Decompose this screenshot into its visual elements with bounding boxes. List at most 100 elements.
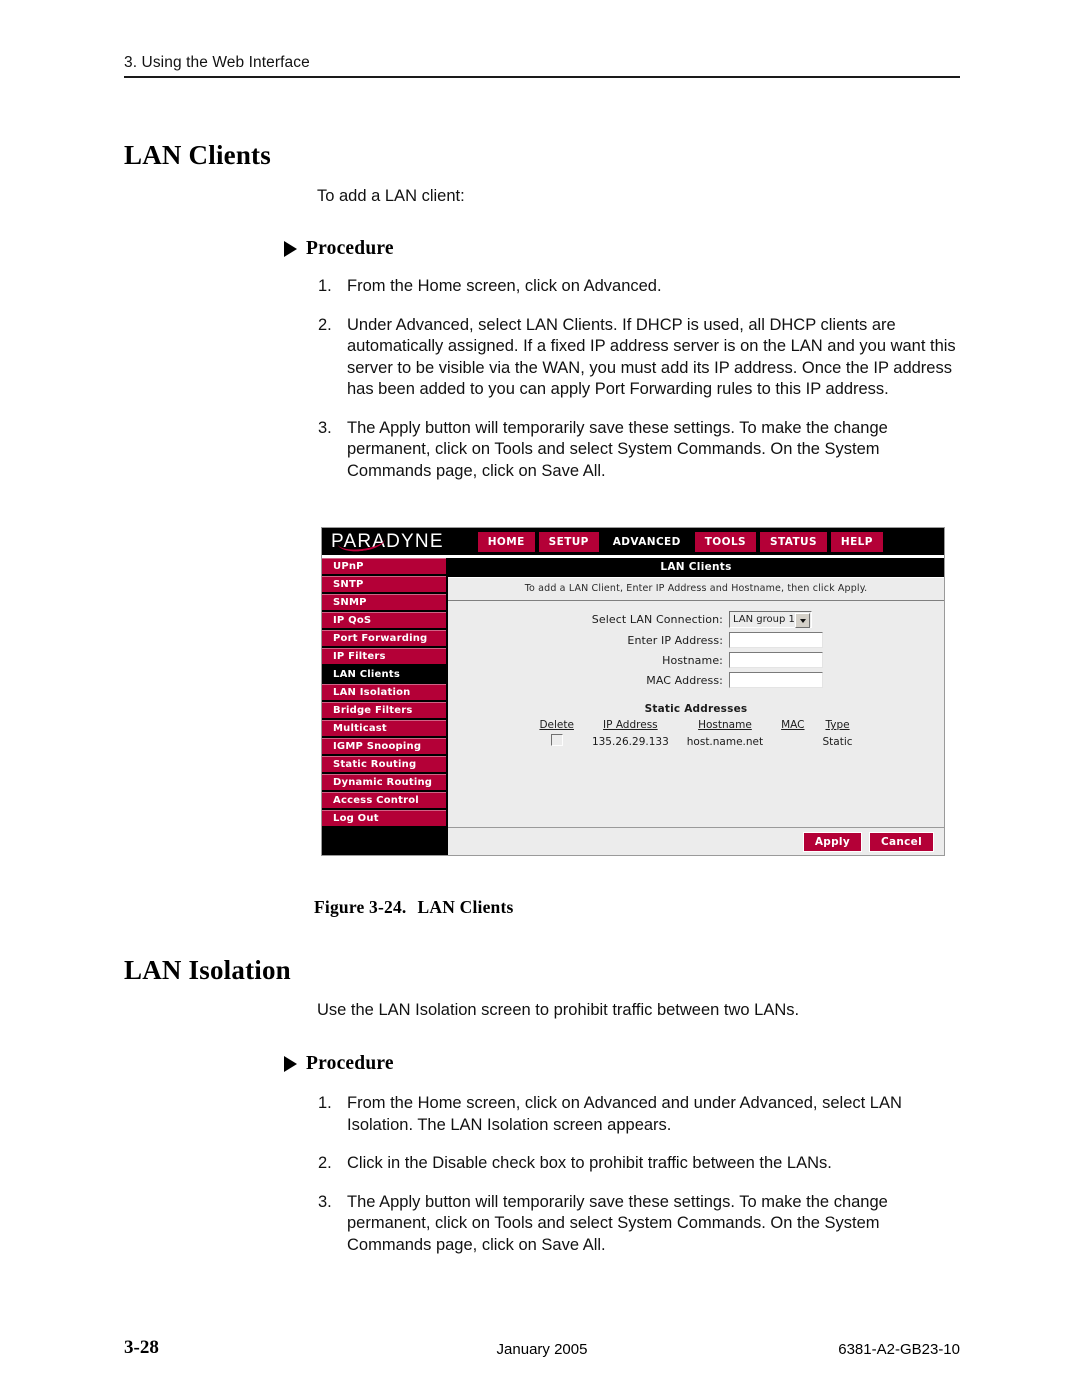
label-select-lan-connection: Select LAN Connection:: [591, 613, 723, 626]
static-addresses-section: Static Addresses Delete IP Address Hostn…: [448, 696, 944, 749]
nav-tab-status[interactable]: STATUS: [760, 531, 827, 552]
column-header-mac[interactable]: MAC: [772, 719, 813, 733]
nav-tab-advanced[interactable]: ADVANCED: [602, 531, 691, 552]
list-item: 3. The Apply button will temporarily sav…: [318, 1192, 966, 1257]
static-addresses-title: Static Addresses: [644, 703, 748, 715]
cell-hostname: host.name.net: [686, 735, 764, 748]
delete-checkbox[interactable]: [550, 734, 563, 746]
step-number: 3.: [318, 1192, 332, 1211]
cancel-button[interactable]: Cancel: [868, 832, 934, 852]
sidebar-item-lan-clients[interactable]: LAN Clients: [322, 666, 446, 682]
step-number: 2.: [318, 1154, 332, 1172]
triangle-right-icon: [284, 1056, 297, 1072]
lan-client-form: Select LAN Connection: LAN group 1 Enter…: [448, 601, 944, 696]
panel-title: LAN Clients: [448, 558, 944, 577]
cell-mac: [772, 733, 813, 749]
column-header-delete[interactable]: Delete: [530, 719, 583, 733]
hostname-input[interactable]: [729, 652, 823, 668]
sidebar-item-igmp-snooping[interactable]: IGMP Snooping: [322, 738, 446, 754]
sidebar-item-port-forwarding[interactable]: Port Forwarding: [322, 630, 446, 646]
sidebar-item-log-out[interactable]: Log Out: [322, 810, 446, 826]
sidebar-item-ip-qos[interactable]: IP QoS: [322, 612, 446, 628]
sidebar-item-ip-filters[interactable]: IP Filters: [322, 648, 446, 664]
logo-swoosh-icon: [337, 537, 387, 554]
mac-address-input[interactable]: [729, 672, 823, 688]
panel-button-bar: Apply Cancel: [448, 829, 944, 855]
step-number: 1.: [318, 277, 332, 295]
sidebar-item-upnp[interactable]: UPnP: [322, 558, 446, 574]
nav-tab-setup[interactable]: SETUP: [538, 531, 599, 552]
list-item: 1. From the Home screen, click on Advanc…: [318, 1093, 966, 1136]
footer-date: January 2005: [496, 1341, 588, 1358]
form-row-mac-address: MAC Address:: [448, 672, 944, 688]
procedure-label: Procedure: [306, 1053, 394, 1074]
cell-type: Static: [822, 735, 853, 748]
ip-address-input[interactable]: [729, 632, 823, 648]
panel-instruction-text: To add a LAN Client, Enter IP Address an…: [448, 577, 944, 601]
column-header-type[interactable]: Type: [814, 719, 862, 733]
list-item: 2. Under Advanced, select LAN Clients. I…: [318, 315, 966, 401]
label-enter-ip-address: Enter IP Address:: [627, 633, 723, 647]
section-heading-lan-clients: LAN Clients: [124, 140, 271, 170]
step-text: Under Advanced, select LAN Clients. If D…: [347, 315, 956, 399]
sidebar-item-access-control[interactable]: Access Control: [322, 792, 446, 808]
sidebar-item-snmp[interactable]: SNMP: [322, 594, 446, 610]
nav-tab-home[interactable]: HOME: [477, 531, 535, 552]
figure-caption-number: Figure 3-24.: [314, 897, 407, 917]
sidebar-item-dynamic-routing[interactable]: Dynamic Routing: [322, 774, 446, 790]
procedure-marker-lan-isolation: Procedure: [284, 1053, 394, 1075]
sidebar-item-sntp[interactable]: SNTP: [322, 576, 446, 592]
form-row-hostname: Hostname:: [448, 652, 944, 668]
cell-ip-address: 135.26.29.133: [591, 735, 669, 748]
step-text: The Apply button will temporarily save t…: [347, 418, 888, 480]
running-head-rule: [124, 76, 960, 78]
chevron-down-icon[interactable]: [795, 613, 810, 628]
table-header-row: Delete IP Address Hostname MAC Type: [530, 719, 861, 733]
procedure-label: Procedure: [306, 238, 394, 259]
list-item: 3. The Apply button will temporarily sav…: [318, 418, 966, 483]
list-item: 1. From the Home screen, click on Advanc…: [318, 276, 966, 298]
figure-caption: Figure 3-24. LAN Clients: [314, 897, 514, 918]
panel-empty-space: [448, 749, 944, 827]
section-intro-lan-isolation: Use the LAN Isolation screen to prohibit…: [317, 1001, 800, 1019]
procedure-marker-lan-clients: Procedure: [284, 238, 394, 260]
section-heading-lan-isolation: LAN Isolation: [124, 955, 291, 985]
figure-caption-title: LAN Clients: [417, 897, 514, 917]
running-head: 3. Using the Web Interface: [124, 54, 960, 78]
step-number: 2.: [318, 315, 332, 334]
step-text: From the Home screen, click on Advanced …: [347, 1094, 902, 1134]
procedure-steps-lan-clients: 1. From the Home screen, click on Advanc…: [318, 276, 966, 499]
cell-delete: [530, 733, 583, 749]
form-row-lan-connection: Select LAN Connection: LAN group 1: [448, 611, 944, 628]
section-intro-lan-clients: To add a LAN client:: [317, 187, 465, 205]
procedure-steps-lan-isolation: 1. From the Home screen, click on Advanc…: [318, 1093, 966, 1273]
sidebar-item-multicast[interactable]: Multicast: [322, 720, 446, 736]
column-header-hostname[interactable]: Hostname: [678, 719, 772, 733]
sidebar-item-lan-isolation[interactable]: LAN Isolation: [322, 684, 446, 700]
static-addresses-table: Delete IP Address Hostname MAC Type 135.…: [530, 719, 861, 749]
label-mac-address: MAC Address:: [646, 673, 723, 687]
step-text: The Apply button will temporarily save t…: [347, 1192, 888, 1254]
router-nav-buttons: HOME SETUP ADVANCED TOOLS STATUS HELP: [477, 531, 883, 552]
select-lan-connection-dropdown[interactable]: LAN group 1: [729, 611, 812, 628]
router-content-panel: LAN Clients To add a LAN Client, Enter I…: [448, 558, 944, 855]
router-top-navbar: PARADYNE HOME SETUP ADVANCED TOOLS STATU…: [322, 528, 944, 555]
router-sidebar: UPnP SNTP SNMP IP QoS Port Forwarding IP…: [322, 558, 448, 855]
nav-tab-tools[interactable]: TOOLS: [694, 531, 757, 552]
apply-button[interactable]: Apply: [802, 832, 862, 852]
step-text: Click in the Disable check box to prohib…: [347, 1154, 832, 1172]
column-header-ip-address[interactable]: IP Address: [583, 719, 678, 733]
paradyne-logo: PARADYNE: [331, 530, 444, 554]
step-number: 3.: [318, 418, 332, 437]
select-lan-connection-value: LAN group 1: [733, 614, 795, 625]
step-number: 1.: [318, 1094, 332, 1112]
form-row-ip-address: Enter IP Address:: [448, 632, 944, 648]
footer-document-number: 6381-A2-GB23-10: [838, 1341, 960, 1358]
running-head-text: 3. Using the Web Interface: [124, 54, 310, 71]
router-body: UPnP SNTP SNMP IP QoS Port Forwarding IP…: [322, 558, 944, 855]
sidebar-item-bridge-filters[interactable]: Bridge Filters: [322, 702, 446, 718]
sidebar-item-static-routing[interactable]: Static Routing: [322, 756, 446, 772]
nav-tab-help[interactable]: HELP: [830, 531, 883, 552]
triangle-right-icon: [284, 241, 297, 257]
list-item: 2. Click in the Disable check box to pro…: [318, 1153, 966, 1175]
